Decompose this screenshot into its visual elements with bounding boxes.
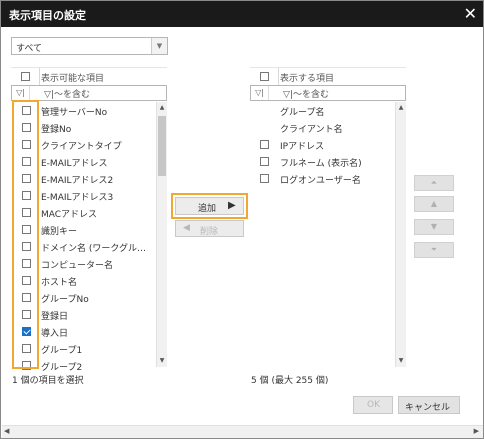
item-label: ドメイン名 (ワークグループ名)	[41, 244, 153, 254]
item-label: コンピューター名	[41, 261, 114, 271]
displayed-status: 5 個 (最大 255 個)	[251, 376, 329, 386]
item-label: E-MAILアドレス2	[41, 176, 114, 186]
item-label: 識別キー	[41, 227, 78, 237]
item-label: グループ名	[280, 108, 325, 118]
list-item[interactable]: グループ名	[250, 102, 395, 119]
chevron-down-icon[interactable]: ▼	[151, 38, 167, 54]
move-top-button[interactable]: ⏶	[414, 175, 454, 191]
dialog-title: 表示項目の設定	[9, 9, 86, 22]
available-filter[interactable]: ▽| ▽|〜を含む	[11, 85, 167, 101]
scroll-thumb[interactable]	[158, 116, 166, 176]
move-top-icon: ⏶	[430, 178, 438, 187]
horizontal-scrollbar[interactable]: ◀ ▶	[2, 425, 483, 438]
move-bottom-icon: ⏷	[430, 245, 438, 254]
settings-dialog: 表示項目の設定 ✕ すべて ▼ 表示可能な項目 ▽| ▽|〜を含む 管理サーバー…	[0, 0, 484, 439]
view-select-value: すべて	[16, 44, 43, 54]
item-label: グループNo	[41, 295, 89, 305]
item-label: グループ2	[41, 363, 83, 373]
available-header-label: 表示可能な項目	[41, 74, 105, 84]
cancel-button[interactable]: キャンセル	[398, 396, 460, 414]
item-label: E-MAILアドレス3	[41, 193, 114, 203]
select-all-available-checkbox[interactable]	[21, 72, 30, 81]
scroll-left-icon[interactable]: ◀	[4, 427, 9, 435]
ok-button[interactable]: OK	[353, 396, 393, 414]
displayed-header: 表示する項目	[250, 67, 406, 85]
list-item[interactable]: クライアント名	[250, 119, 395, 136]
move-up-button[interactable]: ▲	[414, 196, 454, 212]
item-label: 登録日	[41, 312, 69, 322]
title-bar: 表示項目の設定 ✕	[1, 1, 483, 27]
scroll-up-icon[interactable]: ▲	[396, 104, 406, 111]
item-checkbox[interactable]	[260, 157, 269, 166]
view-select[interactable]: すべて ▼	[11, 37, 168, 55]
displayed-filter-input[interactable]: ▽|〜を含む	[283, 87, 329, 100]
item-label: クライアント名	[280, 125, 343, 135]
item-label: フルネーム (表示名)	[280, 159, 362, 169]
filter-icon[interactable]: ▽|	[12, 86, 30, 100]
arrow-left-icon: ◀	[183, 223, 190, 233]
move-down-button[interactable]: ▼	[414, 219, 454, 235]
filter-icon[interactable]: ▽|	[251, 86, 269, 100]
move-up-icon: ▲	[430, 199, 438, 208]
available-scrollbar[interactable]: ▲ ▼	[156, 102, 167, 367]
item-label: グループ1	[41, 346, 83, 356]
item-label: E-MAILアドレス	[41, 159, 108, 169]
item-label: 管理サーバーNo	[41, 108, 108, 118]
arrow-right-icon: ▶	[228, 200, 236, 211]
list-item[interactable]: IPアドレス	[250, 136, 395, 153]
item-label: IPアドレス	[280, 142, 325, 152]
move-down-icon: ▼	[430, 222, 438, 231]
item-label: 導入日	[41, 329, 69, 339]
item-label: ホスト名	[41, 278, 78, 288]
list-item[interactable]: ログオンユーザー名	[250, 170, 395, 187]
item-checkbox[interactable]	[260, 140, 269, 149]
list-item[interactable]: フルネーム (表示名)	[250, 153, 395, 170]
scroll-up-icon[interactable]: ▲	[157, 104, 167, 111]
displayed-header-label: 表示する項目	[280, 74, 335, 84]
add-button[interactable]: 追加 ▶	[175, 197, 244, 215]
available-status: 1 個の項目を選択	[12, 376, 84, 386]
move-bottom-button[interactable]: ⏷	[414, 242, 454, 258]
item-label: MACアドレス	[41, 210, 98, 220]
select-all-displayed-checkbox[interactable]	[260, 72, 269, 81]
item-label: 登録No	[41, 125, 72, 135]
remove-button[interactable]: ◀ 削除	[175, 220, 244, 237]
item-label: クライアントタイプ	[41, 142, 122, 152]
item-label: ログオンユーザー名	[280, 176, 361, 186]
item-checkbox[interactable]	[260, 174, 269, 183]
displayed-filter[interactable]: ▽| ▽|〜を含む	[250, 85, 406, 101]
available-header: 表示可能な項目	[11, 67, 167, 85]
scroll-down-icon[interactable]: ▼	[396, 357, 406, 364]
close-icon[interactable]: ✕	[464, 4, 477, 23]
checkbox-column-highlight	[12, 100, 39, 369]
scroll-right-icon[interactable]: ▶	[474, 427, 479, 435]
available-filter-input[interactable]: ▽|〜を含む	[44, 87, 90, 100]
scroll-down-icon[interactable]: ▼	[157, 357, 167, 364]
displayed-scrollbar[interactable]: ▲ ▼	[395, 102, 406, 367]
